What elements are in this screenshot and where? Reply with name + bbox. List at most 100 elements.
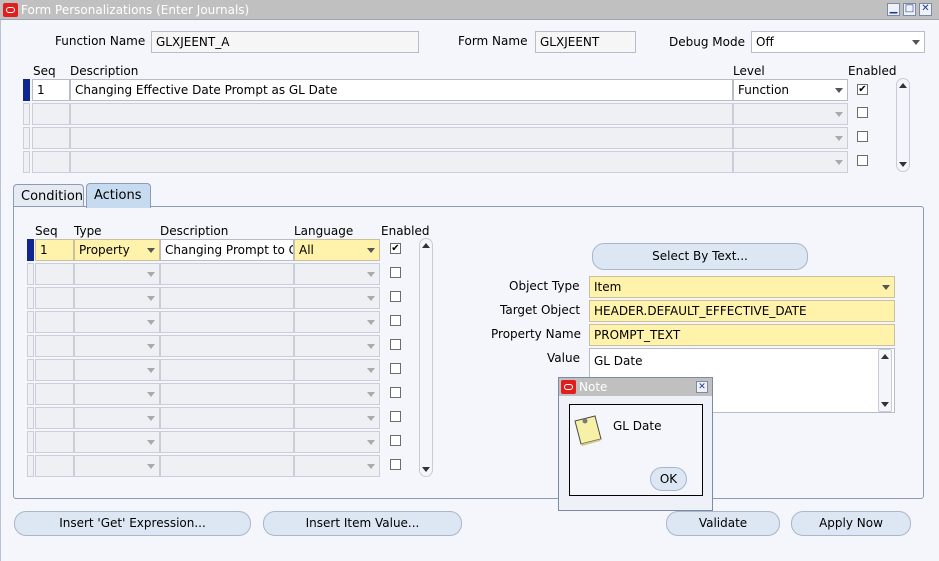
action-language-select[interactable]	[294, 407, 380, 429]
rule-level-select[interactable]	[733, 103, 848, 125]
value-scrollbar[interactable]	[878, 349, 892, 412]
rule-level-select[interactable]: Function	[733, 79, 848, 101]
action-row-selector[interactable]	[27, 383, 34, 405]
insert-get-expression-button[interactable]: Insert 'Get' Expression...	[14, 511, 251, 536]
rule-seq-field[interactable]: 1	[32, 79, 70, 101]
action-row-selector[interactable]	[27, 431, 34, 453]
scroll-down-icon[interactable]	[899, 162, 907, 167]
row-selector-active[interactable]	[23, 79, 30, 101]
action-language-select[interactable]	[294, 335, 380, 357]
form-name-field[interactable]: GLXJEENT	[535, 31, 636, 53]
action-enabled-checkbox[interactable]: ✔	[390, 243, 401, 254]
scroll-up-icon[interactable]	[422, 243, 430, 248]
row-selector[interactable]	[23, 103, 30, 125]
action-enabled-checkbox[interactable]	[390, 435, 401, 446]
chevron-down-icon[interactable]	[367, 248, 375, 253]
action-language-select[interactable]	[294, 359, 380, 381]
select-by-text-button[interactable]: Select By Text...	[592, 243, 808, 270]
chevron-down-icon[interactable]	[147, 248, 155, 253]
actions-scrollbar[interactable]	[419, 238, 433, 477]
chevron-down-icon[interactable]	[835, 160, 843, 165]
rule-description-field[interactable]	[70, 127, 733, 149]
row-selector[interactable]	[23, 127, 30, 149]
action-language-select[interactable]	[294, 455, 380, 477]
action-type-select[interactable]	[74, 407, 160, 429]
action-row-selector[interactable]	[27, 287, 34, 309]
tab-condition[interactable]: Condition	[13, 184, 84, 208]
chevron-down-icon[interactable]	[367, 440, 375, 445]
target-object-field[interactable]: HEADER.DEFAULT_EFFECTIVE_DATE	[589, 300, 895, 322]
property-name-field[interactable]: PROMPT_TEXT	[589, 324, 895, 346]
chevron-down-icon[interactable]	[882, 285, 890, 290]
action-description-field[interactable]: Changing Prompt to G	[160, 239, 294, 261]
tab-actions[interactable]: Actions	[86, 183, 151, 208]
action-type-select[interactable]	[74, 431, 160, 453]
minimize-button[interactable]: ▁	[887, 3, 900, 16]
action-seq-field[interactable]	[35, 455, 74, 477]
validate-button[interactable]: Validate	[666, 511, 780, 536]
scroll-down-icon[interactable]	[881, 402, 889, 407]
action-type-select[interactable]	[74, 311, 160, 333]
action-seq-field[interactable]	[35, 335, 74, 357]
action-type-select[interactable]: Property	[74, 239, 160, 261]
rule-level-select[interactable]	[733, 151, 848, 173]
rule-enabled-checkbox[interactable]	[857, 131, 868, 142]
close-icon[interactable]: ✕	[696, 381, 708, 393]
action-description-field[interactable]	[160, 287, 294, 309]
action-description-field[interactable]	[160, 359, 294, 381]
action-language-select[interactable]	[294, 263, 380, 285]
action-language-select[interactable]	[294, 287, 380, 309]
action-enabled-checkbox[interactable]	[390, 411, 401, 422]
rule-description-field[interactable]	[70, 103, 733, 125]
action-language-select[interactable]: All	[294, 239, 380, 261]
debug-mode-select[interactable]: Off	[751, 31, 925, 53]
chevron-down-icon[interactable]	[835, 88, 843, 93]
row-selector[interactable]	[23, 151, 30, 173]
rule-seq-field[interactable]	[32, 127, 70, 149]
action-type-select[interactable]	[74, 263, 160, 285]
ok-button[interactable]: OK	[650, 467, 687, 491]
action-language-select[interactable]	[294, 431, 380, 453]
rule-enabled-checkbox[interactable]	[857, 107, 868, 118]
chevron-down-icon[interactable]	[912, 40, 920, 45]
action-description-field[interactable]	[160, 263, 294, 285]
action-type-select[interactable]	[74, 359, 160, 381]
rule-enabled-checkbox[interactable]: ✔	[857, 84, 868, 95]
action-row-selector[interactable]	[27, 335, 34, 357]
chevron-down-icon[interactable]	[835, 112, 843, 117]
chevron-down-icon[interactable]	[367, 392, 375, 397]
chevron-down-icon[interactable]	[147, 416, 155, 421]
chevron-down-icon[interactable]	[367, 416, 375, 421]
action-seq-field[interactable]	[35, 431, 74, 453]
chevron-down-icon[interactable]	[835, 136, 843, 141]
action-description-field[interactable]	[160, 407, 294, 429]
action-description-field[interactable]	[160, 431, 294, 453]
action-row-selector-active[interactable]	[27, 239, 34, 261]
action-seq-field[interactable]	[35, 287, 74, 309]
chevron-down-icon[interactable]	[147, 272, 155, 277]
action-enabled-checkbox[interactable]	[390, 387, 401, 398]
action-seq-field[interactable]: 1	[35, 239, 74, 261]
rule-enabled-checkbox[interactable]	[857, 155, 868, 166]
scroll-up-icon[interactable]	[881, 354, 889, 359]
action-seq-field[interactable]	[35, 383, 74, 405]
action-row-selector[interactable]	[27, 359, 34, 381]
insert-item-value-button[interactable]: Insert Item Value...	[263, 511, 462, 536]
chevron-down-icon[interactable]	[367, 296, 375, 301]
action-row-selector[interactable]	[27, 311, 34, 333]
chevron-down-icon[interactable]	[147, 344, 155, 349]
action-language-select[interactable]	[294, 383, 380, 405]
chevron-down-icon[interactable]	[367, 464, 375, 469]
chevron-down-icon[interactable]	[147, 464, 155, 469]
action-description-field[interactable]	[160, 383, 294, 405]
chevron-down-icon[interactable]	[147, 320, 155, 325]
action-type-select[interactable]	[74, 455, 160, 477]
close-window-button[interactable]: ✕	[919, 3, 932, 16]
action-row-selector[interactable]	[27, 455, 34, 477]
chevron-down-icon[interactable]	[147, 368, 155, 373]
rule-level-select[interactable]	[733, 127, 848, 149]
chevron-down-icon[interactable]	[367, 368, 375, 373]
action-description-field[interactable]	[160, 455, 294, 477]
action-seq-field[interactable]	[35, 407, 74, 429]
action-enabled-checkbox[interactable]	[390, 291, 401, 302]
